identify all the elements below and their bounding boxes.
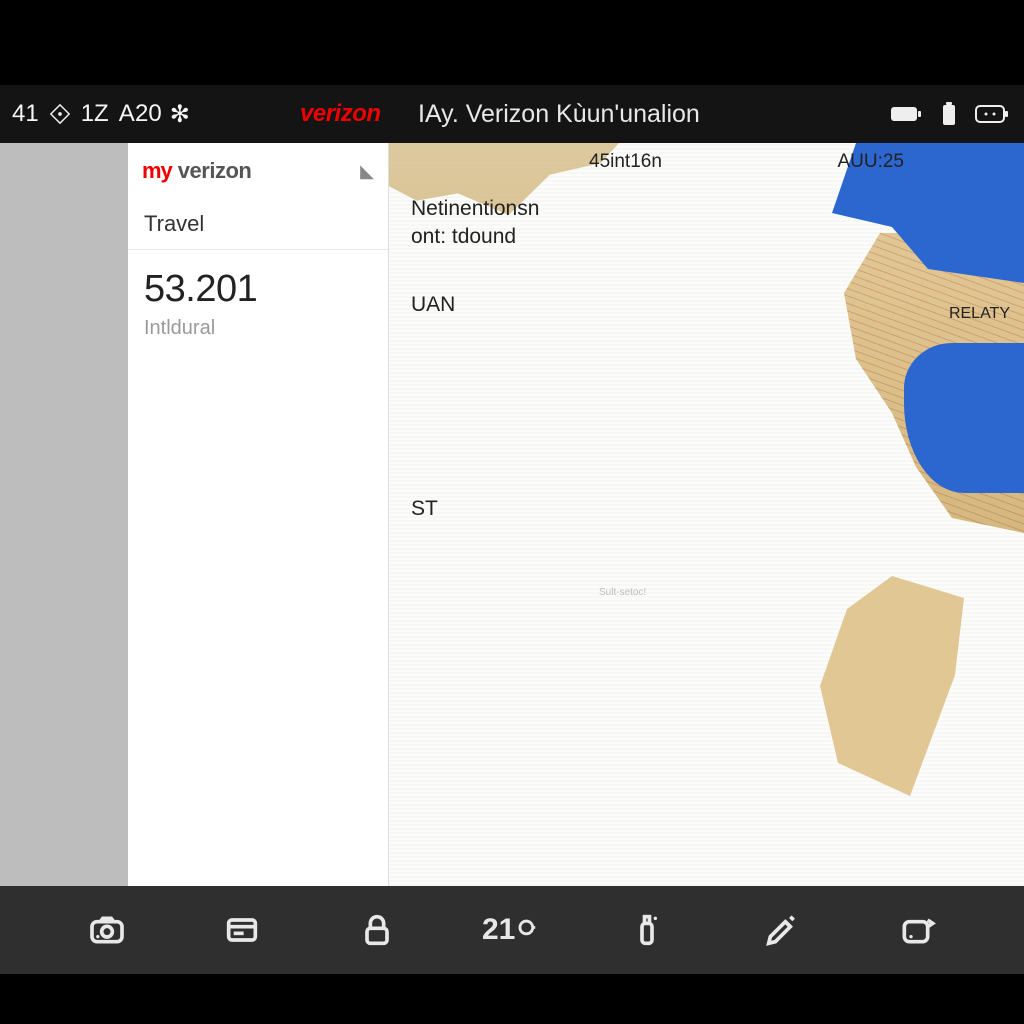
compass-icon: [49, 103, 71, 125]
sidebar-item-travel[interactable]: Travel: [128, 199, 388, 250]
nav-card-button[interactable]: [212, 900, 272, 960]
battery-portrait-icon: [940, 101, 958, 127]
status-left-cluster: 41 1Z A: [12, 100, 135, 128]
nav-counter-button[interactable]: 21: [482, 900, 542, 960]
chevron-down-icon[interactable]: ◣: [360, 161, 374, 182]
status-net-glyph: ✻: [170, 100, 190, 129]
sidebar-logo-vz: verizon: [178, 158, 252, 184]
map-panel[interactable]: 45int16n AUU:25 Netinentionsn ont: tdoun…: [388, 143, 1024, 886]
nav-counter-label: 21: [482, 913, 515, 947]
nav-bottle-button[interactable]: [617, 900, 677, 960]
status-glyph-1: A: [119, 100, 135, 128]
status-num-2: 1Z: [81, 100, 109, 128]
map-top-labels: 45int16n AUU:25: [389, 151, 1024, 173]
app-title: IAy. Verizon Kùun'unalion: [418, 100, 700, 129]
map-top-label-1: 45int16n: [589, 151, 662, 173]
letterbox-bottom: [0, 974, 1024, 1024]
battery-outline-icon: [974, 102, 1010, 126]
letterbox-top: [0, 0, 1024, 85]
map-landmass-se: [784, 576, 964, 796]
nav-lock-button[interactable]: [347, 900, 407, 960]
sidebar: myverizon ◣ Travel 53.201 Intldural: [128, 143, 388, 886]
bottom-nav: 21: [0, 886, 1024, 974]
sidebar-sub-label: Intldural: [128, 313, 388, 358]
status-right-cluster: [890, 101, 1010, 127]
nav-share-button[interactable]: [886, 900, 946, 960]
content-area: myverizon ◣ Travel 53.201 Intldural 45in…: [0, 143, 1024, 886]
status-num-1: 41: [12, 100, 39, 128]
sidebar-logo-my: my: [142, 158, 172, 184]
map-label-st: ST: [411, 495, 438, 523]
nav-edit-button[interactable]: [752, 900, 812, 960]
sidebar-header[interactable]: myverizon ◣: [128, 143, 388, 199]
carrier-logo: verizon: [300, 100, 381, 128]
map-subtitle-line2: ont: tdound: [411, 223, 539, 251]
status-net-num: 20: [135, 100, 162, 128]
map-subtitle-line1: Netinentionsn: [411, 195, 539, 223]
map-attribution: Sult-setoc!: [599, 587, 646, 598]
left-gutter: [0, 143, 128, 886]
map-top-label-2: AUU:25: [837, 151, 904, 173]
sidebar-big-number: 53.201: [128, 250, 388, 313]
map-label-relay: RELATY: [949, 305, 1010, 323]
battery-landscape-icon: [890, 104, 924, 124]
map-subtitle: Netinentionsn ont: tdound: [411, 195, 539, 252]
map-label-uan: UAN: [411, 291, 455, 319]
status-network-cluster: 20 ✻: [135, 100, 190, 129]
status-bar: 41 1Z A 20 ✻ verizon IAy. Verizon Kùun'u…: [0, 85, 1024, 143]
nav-camera-button[interactable]: [77, 900, 137, 960]
